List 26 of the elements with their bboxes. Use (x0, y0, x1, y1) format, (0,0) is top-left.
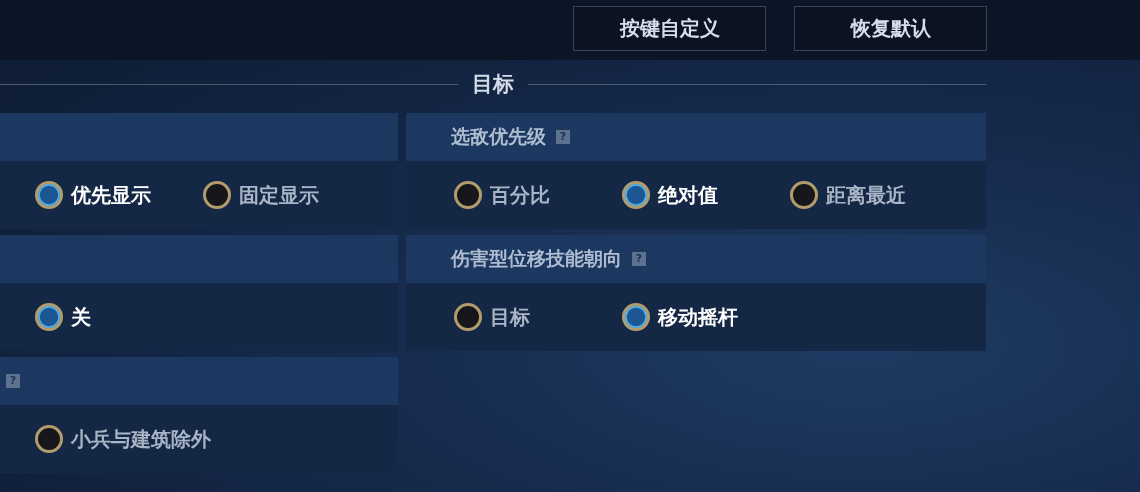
option-label: 绝对值 (658, 181, 718, 209)
help-icon[interactable]: ? (6, 374, 20, 388)
section-title: 目标 (472, 71, 514, 98)
radio-button[interactable] (622, 181, 650, 209)
help-icon[interactable]: ? (632, 252, 646, 266)
radio-button[interactable] (454, 303, 482, 331)
panel-title: 伤害型位移技能朝向 (451, 246, 622, 271)
radio-button[interactable] (454, 181, 482, 209)
panel-title: 选敌优先级 (451, 124, 546, 149)
radio-button[interactable] (35, 303, 63, 331)
option-label: 距离最近 (826, 181, 906, 209)
radio-button[interactable] (35, 425, 63, 453)
option-label: 关 (71, 303, 91, 331)
radio-button[interactable] (622, 303, 650, 331)
top-button[interactable]: 恢复默认 (794, 6, 987, 51)
help-icon[interactable]: ? (556, 130, 570, 144)
option-label: 目标 (490, 303, 530, 331)
option-label: 百分比 (490, 181, 550, 209)
option-label: 移动摇杆 (658, 303, 738, 331)
radio-button[interactable] (35, 181, 63, 209)
radio-button[interactable] (203, 181, 231, 209)
radio-button[interactable] (790, 181, 818, 209)
option-label: 固定显示 (239, 181, 319, 209)
option-label: 小兵与建筑除外 (71, 425, 211, 453)
top-button[interactable]: 按键自定义 (573, 6, 766, 51)
option-label: 优先显示 (71, 181, 151, 209)
